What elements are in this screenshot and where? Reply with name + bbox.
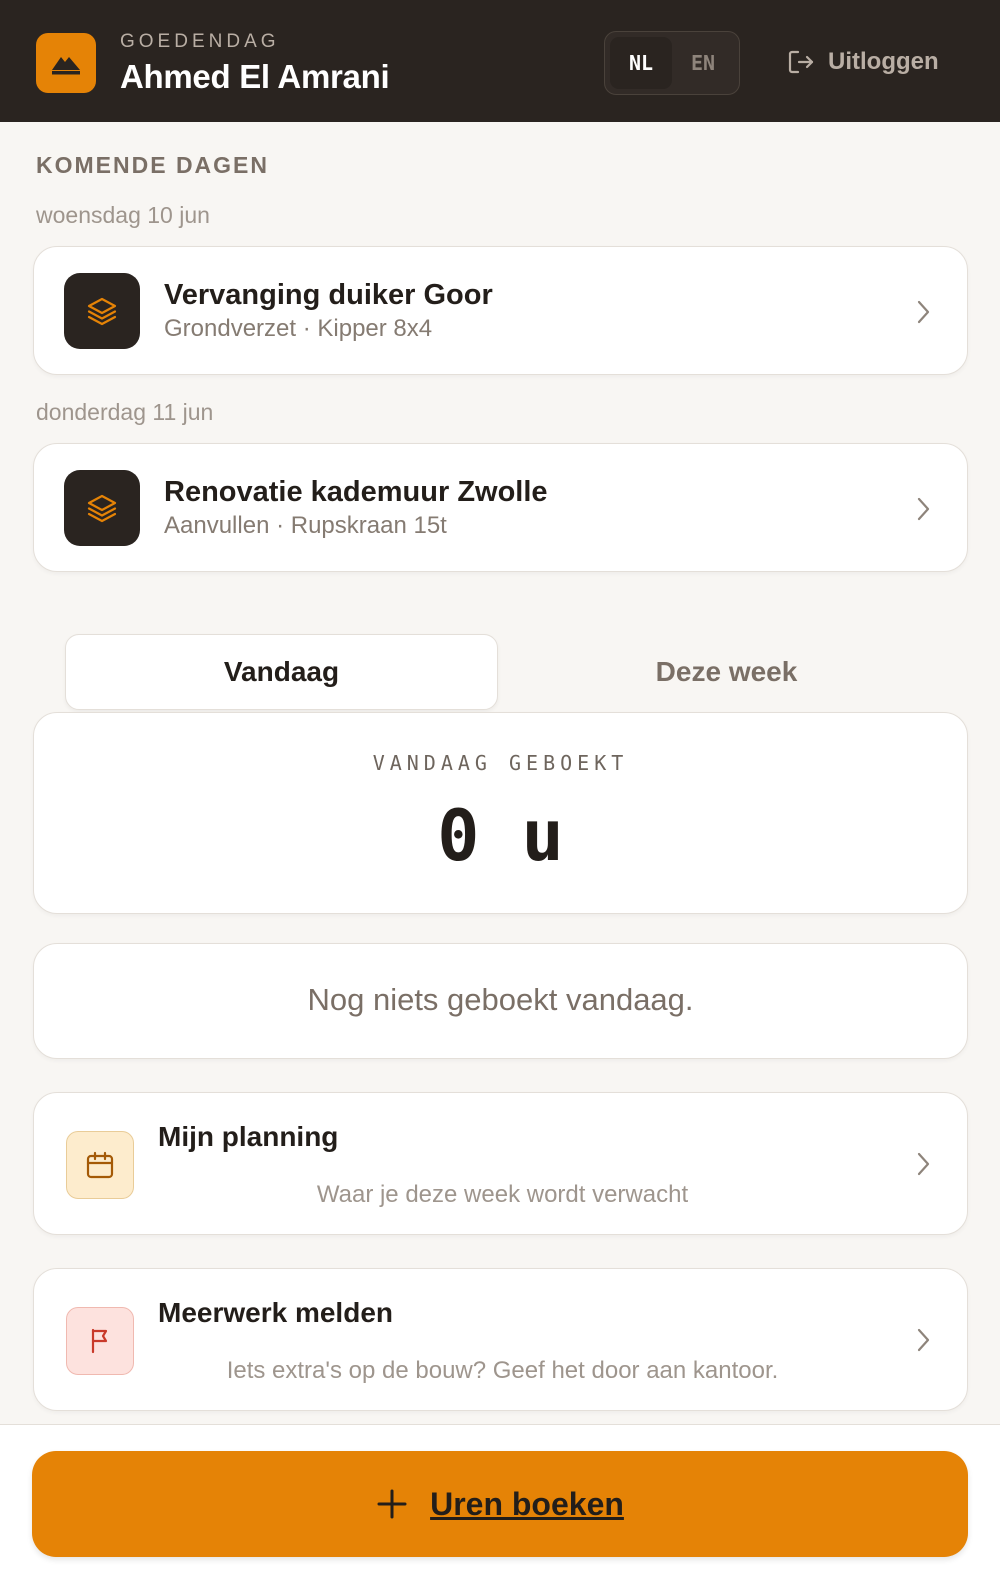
upcoming-section-title: KOMENDE DAGEN (36, 152, 270, 178)
empty-state-text: Nog niets geboekt vandaag. (307, 982, 694, 1017)
greeting-text: GOEDENDAG (120, 31, 280, 52)
my-planning-card[interactable]: Mijn planning Waar je deze week wordt ve… (33, 1092, 968, 1235)
language-switch: NL EN (604, 31, 740, 95)
logout-icon (788, 50, 814, 74)
job-subtitle: Grondverzet · Kipper 8x4 (164, 315, 433, 342)
chevron-right-icon (917, 1152, 930, 1176)
language-en-button[interactable]: EN (672, 37, 734, 89)
app-logo-icon (36, 33, 96, 93)
layers-icon (64, 470, 140, 546)
flag-icon (66, 1307, 134, 1375)
chevron-right-icon (917, 497, 930, 521)
plus-icon (377, 1489, 407, 1519)
booked-label: VANDAAG GEBOEKT (372, 751, 629, 775)
book-hours-label: Uren boeken (430, 1485, 624, 1522)
chevron-right-icon (917, 1328, 930, 1352)
booked-today-card: VANDAAG GEBOEKT 0 u (33, 712, 968, 914)
tab-deze-week[interactable]: Deze week (510, 634, 943, 710)
tab-vandaag[interactable]: Vandaag (65, 634, 498, 710)
job-card[interactable]: Vervanging duiker Goor Grondverzet · Kip… (33, 246, 968, 375)
job-title: Vervanging duiker Goor (164, 279, 493, 311)
logout-button[interactable]: Uitloggen (786, 44, 939, 80)
logout-label: Uitloggen (828, 48, 939, 75)
layers-icon (64, 273, 140, 349)
footer-bar: Uren boeken (0, 1424, 1000, 1586)
chevron-right-icon (917, 300, 930, 324)
action-subtitle: Iets extra's op de bouw? Geef het door a… (226, 1357, 779, 1384)
action-title: Mijn planning (158, 1121, 339, 1152)
booked-hours-value: 0 u (437, 795, 564, 877)
app-header: GOEDENDAG Ahmed El Amrani NL EN Uitlogge… (0, 0, 1000, 122)
language-nl-button[interactable]: NL (610, 37, 672, 89)
book-hours-button[interactable]: Uren boeken (32, 1451, 968, 1557)
action-subtitle: Waar je deze week wordt verwacht (316, 1181, 689, 1208)
day-date: woensdag 10 jun (36, 202, 210, 228)
report-extra-work-card[interactable]: Meerwerk melden Iets extra's op de bouw?… (33, 1268, 968, 1411)
calendar-icon (66, 1131, 134, 1199)
job-card[interactable]: Renovatie kademuur Zwolle Aanvullen · Ru… (33, 443, 968, 572)
empty-state-card: Nog niets geboekt vandaag. (33, 943, 968, 1059)
job-subtitle: Aanvullen · Rupskraan 15t (164, 512, 447, 539)
day-date: donderdag 11 jun (36, 399, 214, 425)
action-title: Meerwerk melden (158, 1297, 393, 1328)
user-name: Ahmed El Amrani (120, 58, 390, 95)
job-title: Renovatie kademuur Zwolle (164, 476, 548, 508)
